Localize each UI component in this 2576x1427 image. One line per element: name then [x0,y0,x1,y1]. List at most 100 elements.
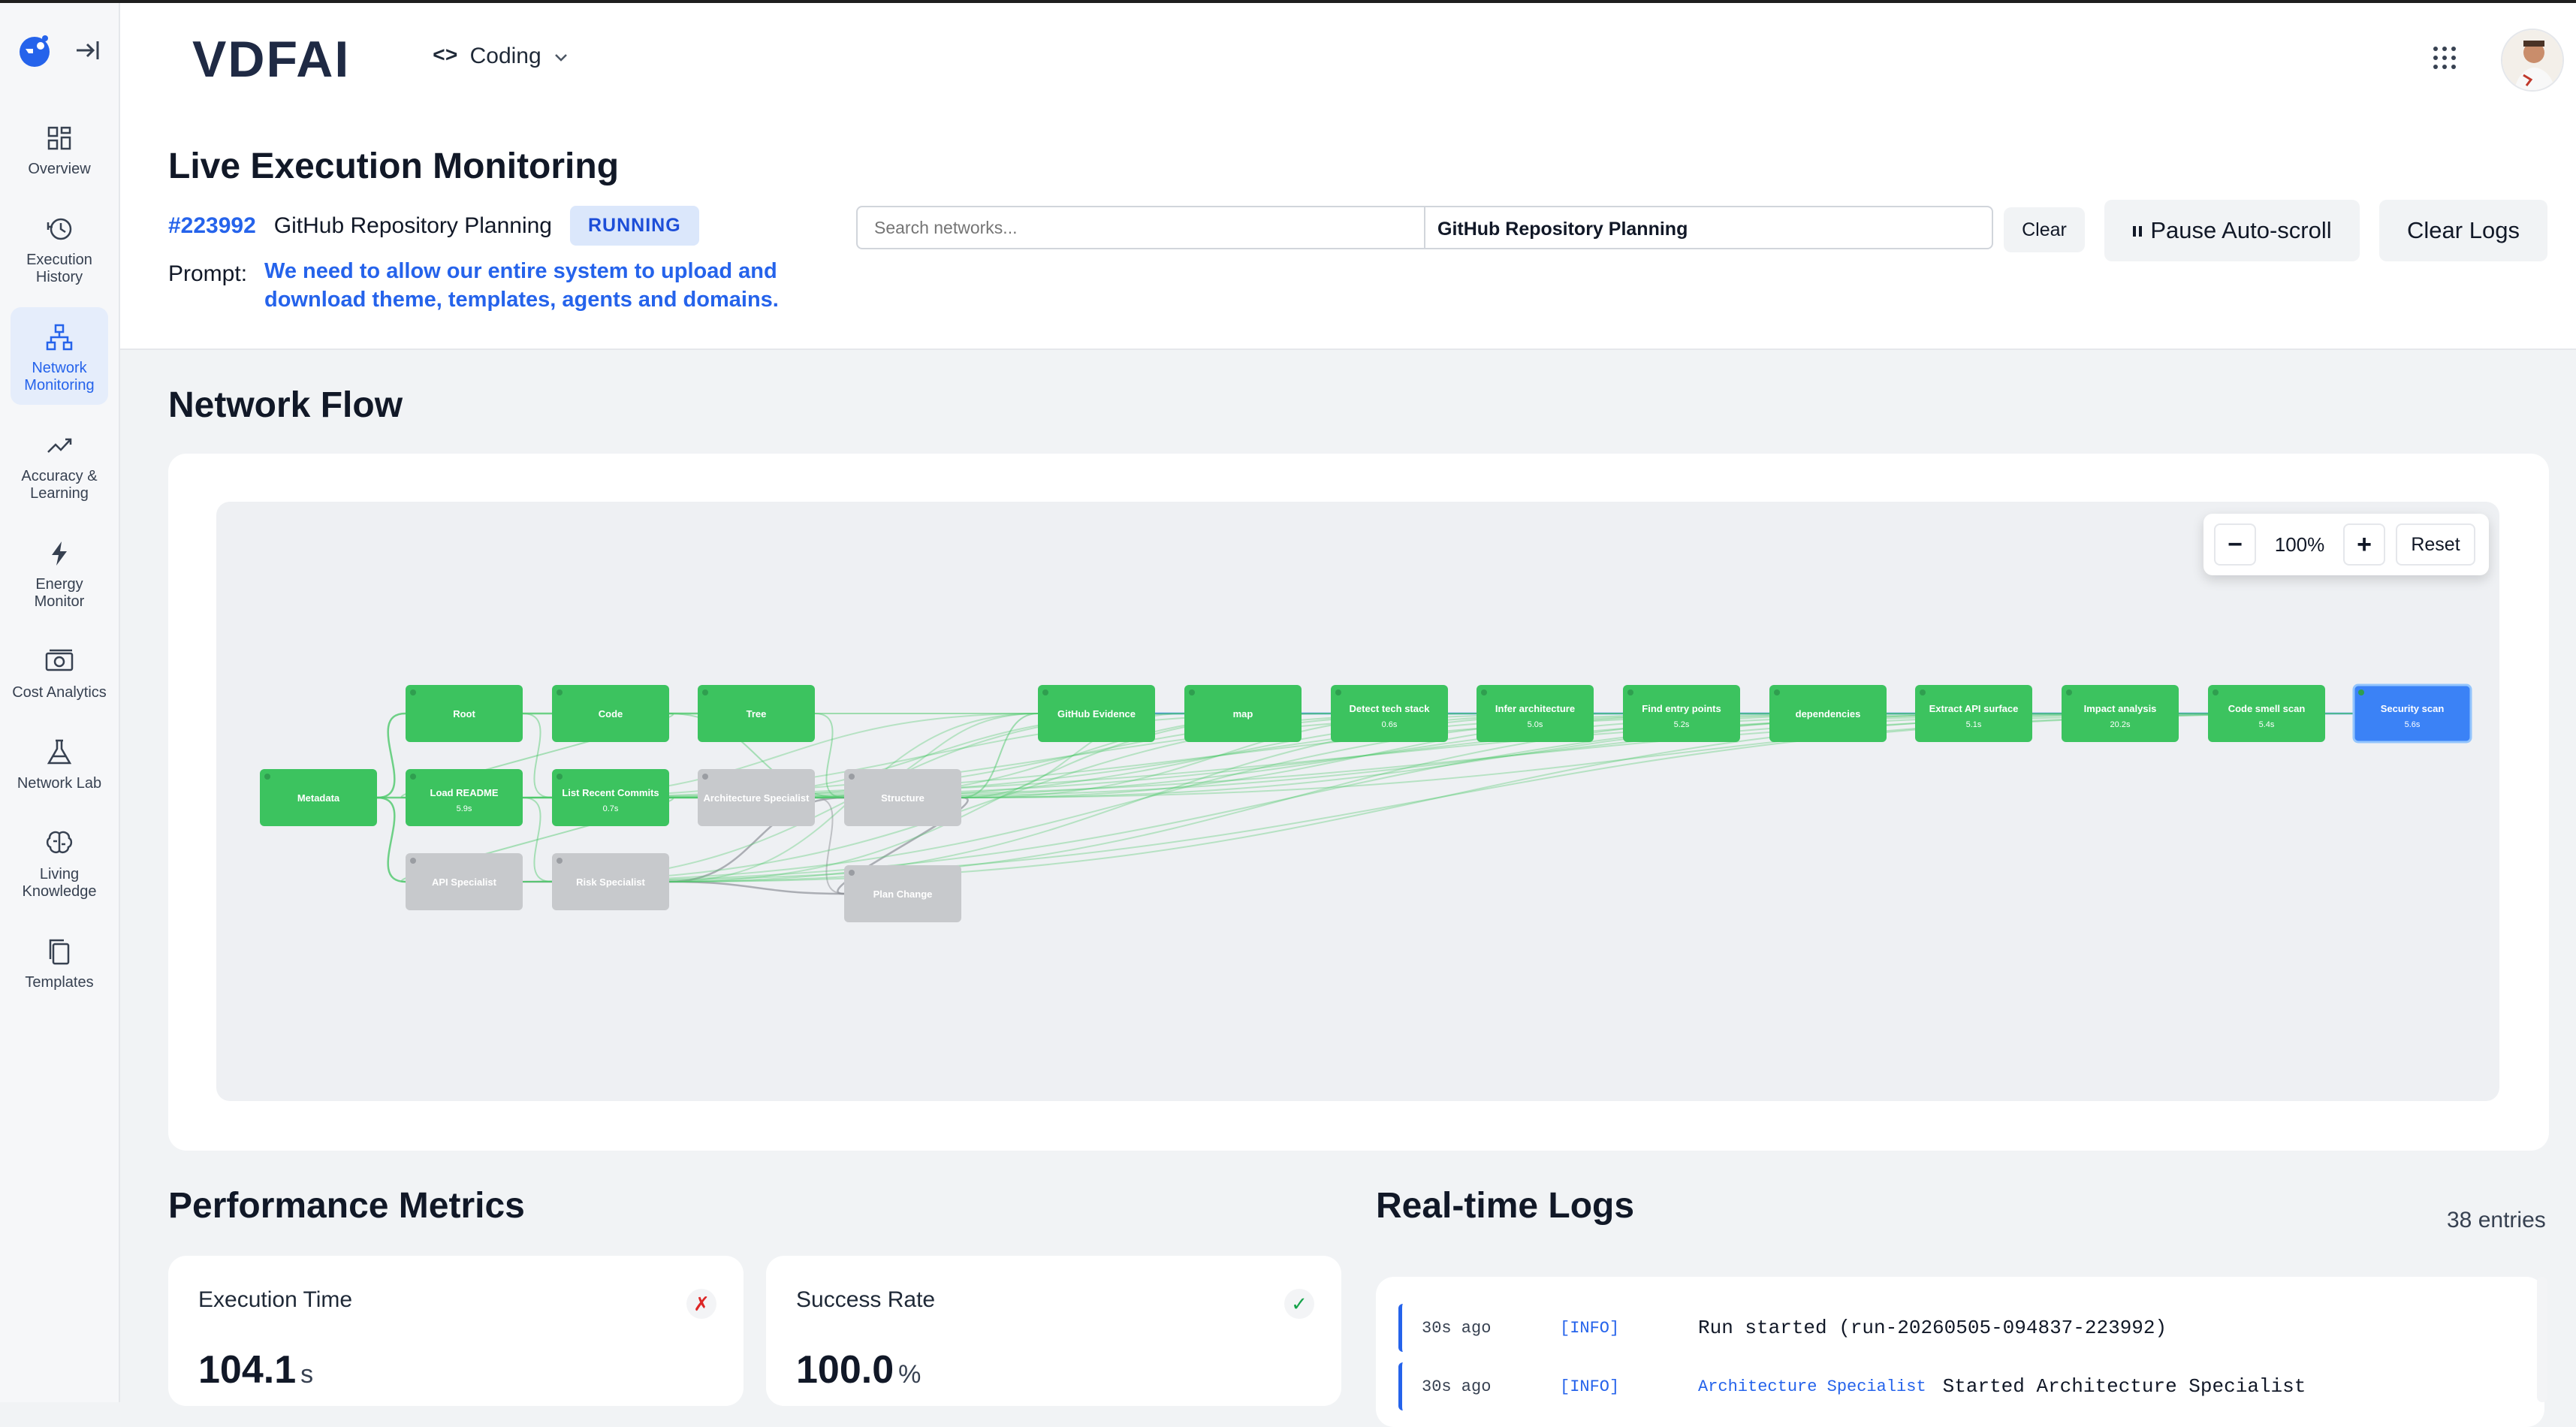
log-message: Started Architecture Specialist [1942,1375,2306,1398]
trend-icon [43,429,76,462]
collapse-sidebar-icon[interactable] [72,35,102,69]
sidebar-top [0,0,119,108]
sidebar-item-label: Network Monitoring [24,360,95,394]
flow-node-tree[interactable]: Tree [698,685,815,742]
flow-node-smell[interactable]: Code smell scan 5.4s [2208,685,2325,742]
flow-node-code[interactable]: Code [552,685,669,742]
pause-auto-scroll-button[interactable]: Pause Auto-scroll [2104,200,2360,261]
flow-node-root[interactable]: Root [406,685,523,742]
check-icon: ✓ [1284,1289,1314,1319]
flow-node-status-dot [1774,689,1780,695]
flow-node-status-dot [1920,689,1926,695]
sidebar-item-label: Overview [28,161,91,177]
search-networks-input[interactable] [856,206,1427,249]
sidebar-item-energy-monitor[interactable]: Energy Monitor [11,523,108,621]
flow-node-status-dot [1481,689,1487,695]
bolt-icon [43,537,76,570]
metric-value: 100.0% [796,1347,921,1392]
flow-node-status-dot [557,689,563,695]
flow-node-label: Impact analysis [2084,703,2157,714]
flow-node-status-dot [2213,689,2219,695]
flow-node-label: Plan Change [873,888,933,900]
log-entry-count: 38 entries [2447,1208,2546,1232]
fail-icon: ✗ [686,1289,716,1319]
flow-node-arch[interactable]: Architecture Specialist [698,769,815,826]
flow-node-status-dot [1627,689,1633,695]
flow-node-evidence[interactable]: GitHub Evidence [1038,685,1155,742]
sidebar-item-network-lab[interactable]: Network Lab [11,723,108,803]
flow-node-entry[interactable]: Find entry points 5.2s [1623,685,1740,742]
avatar[interactable] [2501,29,2564,92]
flow-node-label: API Specialist [432,876,497,888]
flow-node-duration: 5.6s [2405,720,2421,729]
flow-canvas[interactable]: Metadata Root Code Tree Load README 5.9s List … [216,502,2499,1101]
flow-node-infer[interactable]: Infer architecture 5.0s [1477,685,1594,742]
prompt-text: We need to allow our entire system to up… [264,259,779,312]
run-id-link[interactable]: #223992 [168,213,256,239]
flow-node-structure[interactable]: Structure [844,769,961,826]
brand-logo[interactable]: VDFAI [192,30,357,91]
network-flow-card: Metadata Root Code Tree Load README 5.9s List … [168,454,2549,1151]
flow-node-security[interactable]: Security scan 5.6s [2352,683,2472,744]
network-flow-title: Network Flow [168,385,403,425]
edge-metadata-api [376,796,406,883]
network-select[interactable]: GitHub Repository Planning [1424,206,1993,249]
workspace-selector[interactable]: <> Coding [433,44,569,69]
app-logo-icon[interactable] [17,32,53,72]
performance-metrics-title: Performance Metrics [168,1186,525,1226]
log-entry: 30s ago [INFO] Architecture Specialist S… [1398,1362,2521,1410]
flow-graph[interactable]: Metadata Root Code Tree Load README 5.9s List … [216,502,2499,1101]
flow-node-duration: 5.2s [1674,720,1690,729]
zoom-out-button[interactable]: − [2214,523,2256,566]
flow-node-commits[interactable]: List Recent Commits 0.7s [552,769,669,826]
flow-node-risk[interactable]: Risk Specialist [552,853,669,910]
flow-node-label: Code smell scan [2228,703,2306,714]
flow-node-label: Find entry points [1642,703,1721,714]
flow-node-tech[interactable]: Detect tech stack 0.6s [1331,685,1448,742]
flow-node-label: Metadata [297,792,340,804]
flow-node-label: Extract API surface [1929,703,2019,714]
clear-button[interactable]: Clear [2004,207,2085,252]
brain-icon [43,827,76,860]
clear-logs-button[interactable]: Clear Logs [2379,200,2547,261]
sidebar-item-living-knowledge[interactable]: Living Knowledge [11,813,108,911]
metric-card-execution-time: Execution Time ✗ 104.1 s [168,1256,744,1406]
flow-node-status-dot [1335,689,1341,695]
sidebar-item-accuracy-learning[interactable]: Accuracy & Learning [11,415,108,513]
flow-node-readme[interactable]: Load README 5.9s [406,769,523,826]
log-entry: 30s ago [INFO] Run started (run-20260505… [1398,1304,2521,1352]
flow-node-api[interactable]: API Specialist [406,853,523,910]
sidebar-item-label: Living Knowledge [22,866,97,900]
sidebar-item-network-monitoring[interactable]: Network Monitoring [11,307,108,405]
logs-panel[interactable]: 30s ago [INFO] Run started (run-20260505… [1376,1277,2544,1427]
sidebar-item-cost-analytics[interactable]: Cost Analytics [11,632,108,712]
apps-grid-icon[interactable] [2432,45,2457,74]
flow-node-metadata[interactable]: Metadata [260,769,377,826]
flow-node-status-dot [1042,689,1048,695]
flow-node-plan[interactable]: Plan Change [844,865,961,922]
sidebar-item-execution-history[interactable]: Execution History [11,199,108,297]
logs-scrollbar[interactable] [2537,1277,2547,1402]
flow-node-map[interactable]: map [1184,685,1302,742]
flow-node-status-dot [849,870,855,876]
metric-unit: s [300,1360,314,1389]
sidebar-item-label: Energy Monitor [34,576,85,610]
page-title: Live Execution Monitoring [168,146,620,186]
flow-node-deps[interactable]: dependencies [1769,685,1887,742]
flow-node-status-dot [264,774,270,780]
edge-risk-plan [668,880,845,895]
log-time: 30s ago [1422,1377,1492,1396]
zoom-in-button[interactable]: + [2343,523,2385,566]
flow-node-duration: 5.0s [1528,720,1543,729]
flow-node-impact[interactable]: Impact analysis 20.2s [2062,685,2179,742]
sidebar-item-label: Execution History [26,252,92,285]
workspace-label: Coding [469,44,541,68]
log-level: [INFO] [1560,1318,1620,1338]
flow-node-apisurf[interactable]: Extract API surface 5.1s [1915,685,2032,742]
prompt-label: Prompt: [168,261,248,286]
flow-node-label: GitHub Evidence [1057,708,1136,720]
sidebar-item-templates[interactable]: Templates [11,922,108,1002]
sidebar-item-overview[interactable]: Overview [11,108,108,189]
zoom-reset-button[interactable]: Reset [2396,523,2475,566]
network-icon [43,321,76,354]
